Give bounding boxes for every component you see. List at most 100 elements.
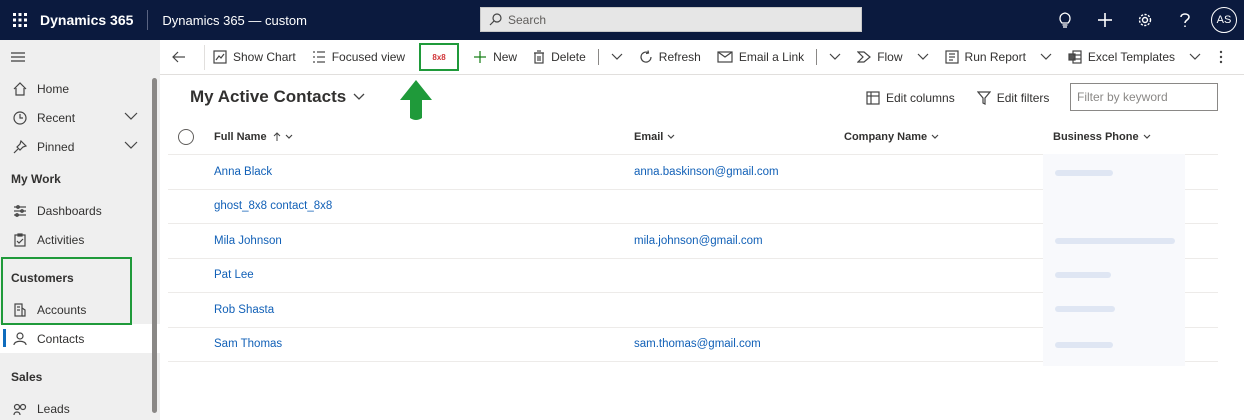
sidebar-item-home[interactable]: Home <box>0 74 160 103</box>
trash-icon <box>534 50 545 64</box>
sidebar-item-pinned[interactable]: Pinned <box>0 132 160 161</box>
top-navigation-bar: Dynamics 365 Dynamics 365 — custom Searc… <box>0 0 1244 40</box>
sidebar-item-recent[interactable]: Recent <box>0 103 160 132</box>
chevron-down-icon <box>611 53 623 60</box>
focused-view-icon <box>312 51 325 63</box>
chevron-down-icon[interactable] <box>124 140 138 150</box>
clock-icon <box>11 109 29 127</box>
chevron-down-icon <box>667 134 675 139</box>
sidebar-item-dashboards[interactable]: Dashboards <box>0 196 160 225</box>
section-heading-my-work: My Work <box>11 171 61 186</box>
search-box[interactable]: Search <box>480 7 862 32</box>
flow-button[interactable]: Flow <box>849 40 936 75</box>
sidebar-item-activities[interactable]: Activities <box>0 225 160 254</box>
plus-icon[interactable] <box>1085 0 1125 40</box>
home-icon <box>11 80 29 98</box>
excel-templates-label: Excel Templates <box>1087 50 1176 64</box>
back-button[interactable] <box>160 44 205 70</box>
sidebar-item-label: Home <box>37 81 70 96</box>
more-commands-icon[interactable] <box>1209 40 1233 75</box>
green-up-arrow-icon <box>400 80 432 120</box>
blurred-phone-values <box>1043 154 1185 366</box>
highlight-box-customers <box>1 257 132 325</box>
filter-placeholder: Filter by keyword <box>1077 90 1168 104</box>
edit-filters-button[interactable]: Edit filters <box>976 91 1049 105</box>
refresh-icon <box>640 50 652 63</box>
hamburger-menu-icon[interactable] <box>0 40 160 74</box>
sort-ascending-icon <box>273 132 280 141</box>
excel-icon <box>1068 50 1082 64</box>
contact-email-link[interactable]: anna.baskinson@gmail.com <box>634 155 779 189</box>
sidebar-item-leads[interactable]: Leads <box>0 394 160 420</box>
contact-name-link[interactable]: Pat Lee <box>214 259 254 293</box>
show-chart-button[interactable]: Show Chart <box>205 40 304 75</box>
email-link-button[interactable]: Email a Link <box>709 40 812 75</box>
leads-icon <box>11 400 29 418</box>
delete-label: Delete <box>551 50 586 64</box>
focused-view-button[interactable]: Focused view <box>304 40 413 75</box>
back-arrow-icon <box>172 51 185 63</box>
excel-templates-button[interactable]: Excel Templates <box>1060 40 1209 75</box>
edit-columns-icon <box>866 91 880 105</box>
contact-name-link[interactable]: ghost_8x8 contact_8x8 <box>214 190 332 224</box>
flow-icon <box>857 51 872 63</box>
new-label: New <box>493 50 518 64</box>
refresh-label: Refresh <box>658 50 701 64</box>
view-selector[interactable]: My Active Contacts <box>190 87 365 107</box>
contact-email-link[interactable]: mila.johnson@gmail.com <box>634 224 763 258</box>
contact-name-link[interactable]: Rob Shasta <box>214 293 274 327</box>
person-icon <box>11 330 29 348</box>
plus-icon <box>474 51 487 63</box>
contact-name-link[interactable]: Anna Black <box>214 155 272 189</box>
new-button[interactable]: New <box>465 40 525 75</box>
user-avatar[interactable]: AS <box>1211 7 1237 33</box>
chevron-down-icon <box>285 134 293 139</box>
show-chart-label: Show Chart <box>233 50 296 64</box>
column-header-email[interactable]: Email <box>634 120 675 154</box>
search-placeholder: Search <box>508 12 547 27</box>
column-label: Email <box>634 131 664 143</box>
sidebar-scrollbar[interactable] <box>152 78 157 413</box>
delete-dropdown-button[interactable] <box>603 40 631 75</box>
chevron-down-icon <box>353 93 365 100</box>
column-label: Company Name <box>844 131 928 143</box>
select-all-checkbox[interactable] <box>178 120 194 154</box>
dashboard-icon <box>11 202 29 220</box>
run-report-button[interactable]: Run Report <box>937 40 1060 75</box>
sidebar-item-label: Dashboards <box>37 203 102 218</box>
column-label: Business Phone <box>1053 131 1139 143</box>
sidebar: Home Recent Pinned My Work Dashboards Ac… <box>0 40 160 420</box>
report-icon <box>944 50 959 64</box>
chart-icon <box>213 50 227 64</box>
help-icon[interactable] <box>1165 0 1205 40</box>
column-header-company-name[interactable]: Company Name <box>844 120 939 154</box>
contact-name-link[interactable]: Mila Johnson <box>214 224 282 258</box>
app-launcher-icon[interactable] <box>0 0 40 40</box>
column-header-business-phone[interactable]: Business Phone <box>1053 120 1151 154</box>
sidebar-item-contacts[interactable]: Contacts <box>0 324 160 353</box>
edit-columns-button[interactable]: Edit columns <box>866 91 955 105</box>
filter-icon <box>976 91 991 105</box>
contact-name-link[interactable]: Sam Thomas <box>214 328 282 362</box>
sidebar-item-label: Leads <box>37 401 70 416</box>
column-header-full-name[interactable]: Full Name <box>214 120 293 154</box>
settings-gear-icon[interactable] <box>1125 0 1165 40</box>
email-link-label: Email a Link <box>738 50 805 64</box>
chevron-down-icon[interactable] <box>124 111 138 121</box>
focused-view-label: Focused view <box>331 50 406 64</box>
eight-by-eight-button[interactable]: 8x8 <box>419 43 460 71</box>
separator <box>597 49 599 65</box>
brand-title[interactable]: Dynamics 365 <box>40 10 149 30</box>
lightbulb-icon[interactable] <box>1045 0 1085 40</box>
run-report-label: Run Report <box>964 50 1026 64</box>
sidebar-item-label: Pinned <box>37 139 75 154</box>
delete-button[interactable]: Delete <box>525 40 594 75</box>
email-dropdown-button[interactable] <box>821 40 849 75</box>
chevron-down-icon <box>1143 134 1151 139</box>
contact-email-link[interactable]: sam.thomas@gmail.com <box>634 328 761 362</box>
filter-keyword-input[interactable]: Filter by keyword <box>1070 83 1218 111</box>
sidebar-item-label: Recent <box>37 110 76 125</box>
app-name[interactable]: Dynamics 365 — custom <box>148 13 307 28</box>
refresh-button[interactable]: Refresh <box>631 40 709 75</box>
sidebar-item-label: Activities <box>37 232 85 247</box>
